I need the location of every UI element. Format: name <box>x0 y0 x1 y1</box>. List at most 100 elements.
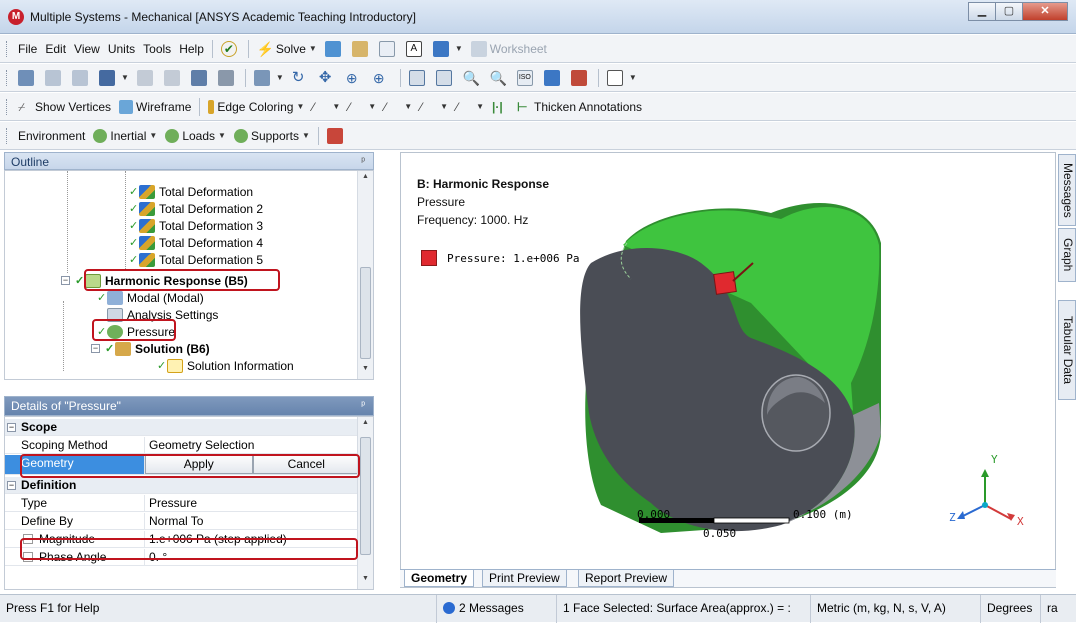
thicken-annotations-button[interactable]: ⊢ Thicken Annotations <box>513 96 646 118</box>
scoping-method-row[interactable]: Scoping Method Geometry Selection <box>5 437 360 454</box>
type-row[interactable]: Type Pressure <box>5 495 360 512</box>
pointer-select-icon[interactable]: ▼ <box>95 67 133 89</box>
define-by-row[interactable]: Define By Normal To <box>5 513 360 530</box>
scroll-up-icon[interactable]: ▲ <box>358 173 373 180</box>
scroll-thumb[interactable] <box>360 267 371 359</box>
worksheet-button[interactable]: Worksheet <box>467 38 551 60</box>
edge-style-5-button[interactable]: ⁄ ▼ <box>452 96 488 118</box>
supports-dropdown[interactable]: Supports ▼ <box>230 125 314 147</box>
select-face-icon[interactable] <box>133 67 160 89</box>
zoom-to-fit-icon[interactable] <box>405 67 432 89</box>
scroll-down-icon[interactable]: ▼ <box>358 365 373 372</box>
messages-indicator[interactable]: 2 Messages <box>436 595 554 623</box>
pin-icon[interactable]: ᵖ <box>361 397 365 415</box>
check-mark-icon[interactable]: ✔ <box>217 38 244 60</box>
inertial-icon <box>93 128 108 143</box>
scale-bar-white <box>713 517 790 524</box>
pin-icon[interactable]: ᵖ <box>361 153 365 171</box>
commands-icon[interactable] <box>375 38 402 60</box>
previous-view-icon[interactable]: 🔍 <box>459 67 486 89</box>
collapse-harmonic-button[interactable]: − <box>61 276 70 285</box>
outline-scrollbar[interactable]: ▲ ▼ <box>357 171 373 379</box>
scroll-thumb[interactable] <box>360 437 371 555</box>
scroll-down-icon[interactable]: ▼ <box>358 575 373 582</box>
menu-file[interactable]: File <box>14 38 41 60</box>
triad-z-axis <box>960 504 986 518</box>
menu-view[interactable]: View <box>70 38 104 60</box>
model-geometry[interactable] <box>401 153 1057 589</box>
box-zoom-icon[interactable]: ⊕ <box>369 67 396 89</box>
definition-group-row[interactable]: − Definition <box>5 477 360 494</box>
inertial-dropdown[interactable]: Inertial ▼ <box>89 125 161 147</box>
thin-annotations-icon[interactable]: |·| <box>488 96 513 118</box>
wireframe-button[interactable]: Wireframe <box>115 96 195 118</box>
graphics-toolbar: ▼ ▼ ↻ ✥ ⊕ ⊕ 🔍 🔍 ISO ▼ <box>0 64 1076 92</box>
thicken-icon: ⊢ <box>516 99 528 114</box>
highlight-geometry-row <box>20 454 360 478</box>
scroll-up-icon[interactable]: ▲ <box>358 419 373 426</box>
tree-item-total-deformation-5[interactable]: ✓ Total Deformation 5 <box>129 251 263 268</box>
show-vertices-button[interactable]: ⌿ Show Vertices <box>14 96 115 118</box>
pan-icon[interactable]: ✥ <box>315 67 342 89</box>
minimize-button[interactable]: ▁ <box>968 2 996 21</box>
zoom-icon[interactable]: ⊕ <box>342 67 369 89</box>
tree-item-total-deformation-4[interactable]: ✓ Total Deformation 4 <box>129 234 263 251</box>
conditions-icon[interactable] <box>323 125 350 147</box>
solve-button[interactable]: ⚡ Solve ▼ <box>253 38 321 60</box>
tab-graph[interactable]: Graph <box>1058 228 1076 282</box>
annotation-icon[interactable]: A <box>402 38 429 60</box>
image-capture-button[interactable]: ▼ <box>429 38 467 60</box>
magnifier-icon[interactable] <box>432 67 459 89</box>
tab-tabular-data[interactable]: Tabular Data <box>1058 300 1076 400</box>
status-rate-units[interactable]: ra <box>1040 595 1076 623</box>
select-mode-icon[interactable] <box>14 67 41 89</box>
scope-group-row[interactable]: − Scope <box>5 419 360 436</box>
tree-item-total-deformation-3[interactable]: ✓ Total Deformation 3 <box>129 217 263 234</box>
menu-tools[interactable]: Tools <box>139 38 175 60</box>
select-edge-icon[interactable] <box>68 67 95 89</box>
iso-view-icon[interactable]: ISO <box>513 67 540 89</box>
edge-coloring-button[interactable]: Edge Coloring ▼ <box>204 96 308 118</box>
tab-geometry[interactable]: Geometry <box>404 570 475 587</box>
menu-help[interactable]: Help <box>175 38 208 60</box>
probe-icon[interactable] <box>321 38 348 60</box>
maximize-button[interactable]: ▢ <box>995 2 1023 21</box>
edge-style-1-button[interactable]: ⁄ ▼ <box>308 96 344 118</box>
edge-style-3-button[interactable]: ⁄ ▼ <box>380 96 416 118</box>
tab-print-preview[interactable]: Print Preview <box>482 570 567 587</box>
deformation-icon <box>139 235 155 250</box>
select-vertex-icon[interactable] <box>41 67 68 89</box>
menu-edit[interactable]: Edit <box>41 38 70 60</box>
tree-item-total-deformation-2[interactable]: ✓ Total Deformation 2 <box>129 200 263 217</box>
tree-item-solution-information[interactable]: ✓ Solution Information <box>157 357 294 374</box>
scale-right-label: 0.100 (m) <box>793 508 853 521</box>
info-icon <box>443 602 455 614</box>
axis-y-label: Y <box>991 453 998 466</box>
chart-tool-icon[interactable] <box>348 38 375 60</box>
select-body-icon[interactable] <box>160 67 187 89</box>
status-units[interactable]: Metric (m, kg, N, s, V, A) <box>810 595 980 623</box>
collapse-definition-button[interactable]: − <box>7 481 16 490</box>
named-view-icon[interactable] <box>567 67 594 89</box>
rotate-mode-icon[interactable]: ▼ <box>250 67 288 89</box>
node-select-icon[interactable] <box>214 67 241 89</box>
graphics-viewport[interactable]: B: Harmonic Response Pressure Frequency:… <box>400 152 1056 588</box>
loads-dropdown[interactable]: Loads ▼ <box>161 125 230 147</box>
menu-units[interactable]: Units <box>104 38 139 60</box>
tab-messages[interactable]: Messages <box>1058 154 1076 226</box>
edge-style-2-button[interactable]: ⁄ ▼ <box>344 96 380 118</box>
next-view-icon[interactable]: 🔍 <box>486 67 513 89</box>
extend-selection-icon[interactable] <box>187 67 214 89</box>
tree-item-total-deformation[interactable]: ✓ Total Deformation <box>129 183 253 200</box>
collapse-solution-button[interactable]: − <box>91 344 100 353</box>
close-button[interactable]: ✕ <box>1022 2 1068 21</box>
tab-report-preview[interactable]: Report Preview <box>578 570 675 587</box>
tree-item-solution[interactable]: ✓ Solution (B6) <box>105 340 210 357</box>
rotate-icon[interactable]: ↻ <box>288 67 315 89</box>
collapse-scope-button[interactable]: − <box>7 423 16 432</box>
set-view-icon[interactable] <box>540 67 567 89</box>
viewport-layout-icon[interactable]: ▼ <box>603 67 641 89</box>
details-scrollbar[interactable]: ▲ ▼ <box>357 417 373 589</box>
tree-item-modal[interactable]: ✓ Modal (Modal) <box>97 289 204 306</box>
edge-style-4-button[interactable]: ⁄ ▼ <box>416 96 452 118</box>
